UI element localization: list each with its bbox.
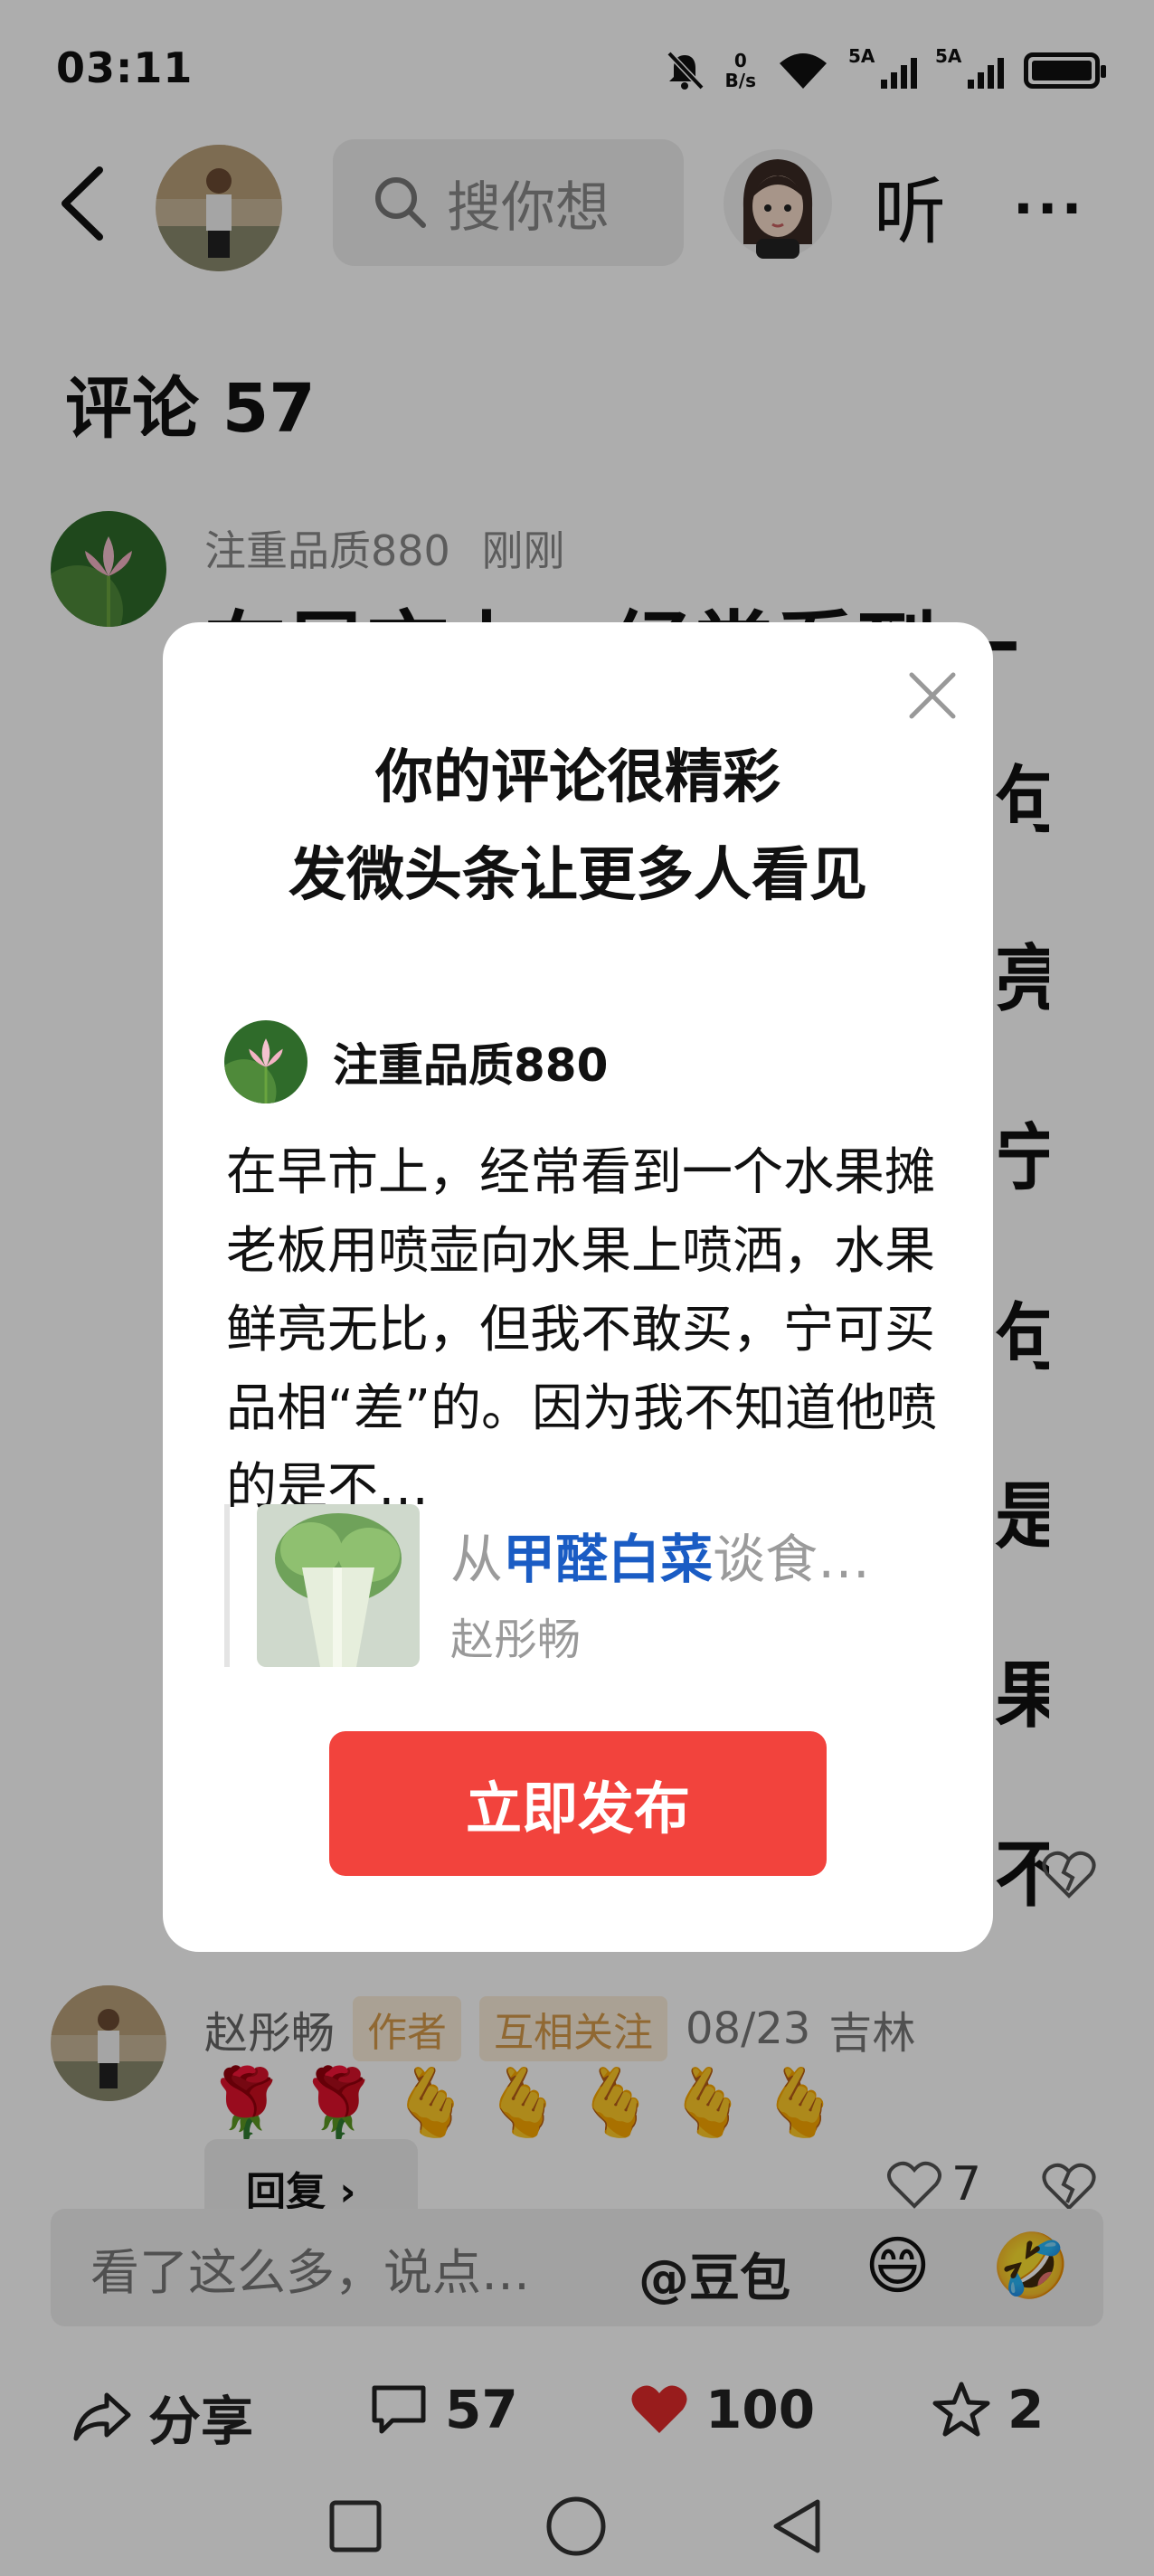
dialog-title-line2: 发微头条让更多人看见 bbox=[288, 842, 867, 909]
share-prompt-dialog: 你的评论很精彩 发微头条让更多人看见 注重品质880 在早市上，经常看到一个水果… bbox=[163, 622, 993, 1952]
dialog-title-line1: 你的评论很精彩 bbox=[375, 744, 780, 811]
linked-article-card[interactable]: 从甲醛白菜谈食… 赵彤畅 bbox=[224, 1504, 939, 1667]
article-title-prefix: 从 bbox=[450, 1529, 504, 1590]
article-title-suffix: 谈食… bbox=[713, 1529, 871, 1590]
article-title: 从甲醛白菜谈食… bbox=[450, 1517, 870, 1593]
article-title-highlight: 甲醛白菜 bbox=[503, 1529, 714, 1590]
article-thumbnail bbox=[257, 1504, 420, 1667]
post-author-name: 注重品质880 bbox=[333, 1039, 609, 1092]
close-icon[interactable] bbox=[906, 669, 959, 722]
publish-button[interactable]: 立即发布 bbox=[329, 1731, 827, 1876]
post-author-avatar bbox=[224, 1020, 307, 1103]
article-author: 赵彤畅 bbox=[450, 1615, 582, 1665]
dialog-title: 你的评论很精彩 发微头条让更多人看见 bbox=[163, 729, 993, 924]
post-preview-text: 在早市上，经常看到一个水果摊老板用喷壶向水果上喷洒，水果鲜亮无比，但我不敢买，宁… bbox=[226, 1143, 938, 1517]
post-author: 注重品质880 bbox=[224, 1020, 608, 1103]
